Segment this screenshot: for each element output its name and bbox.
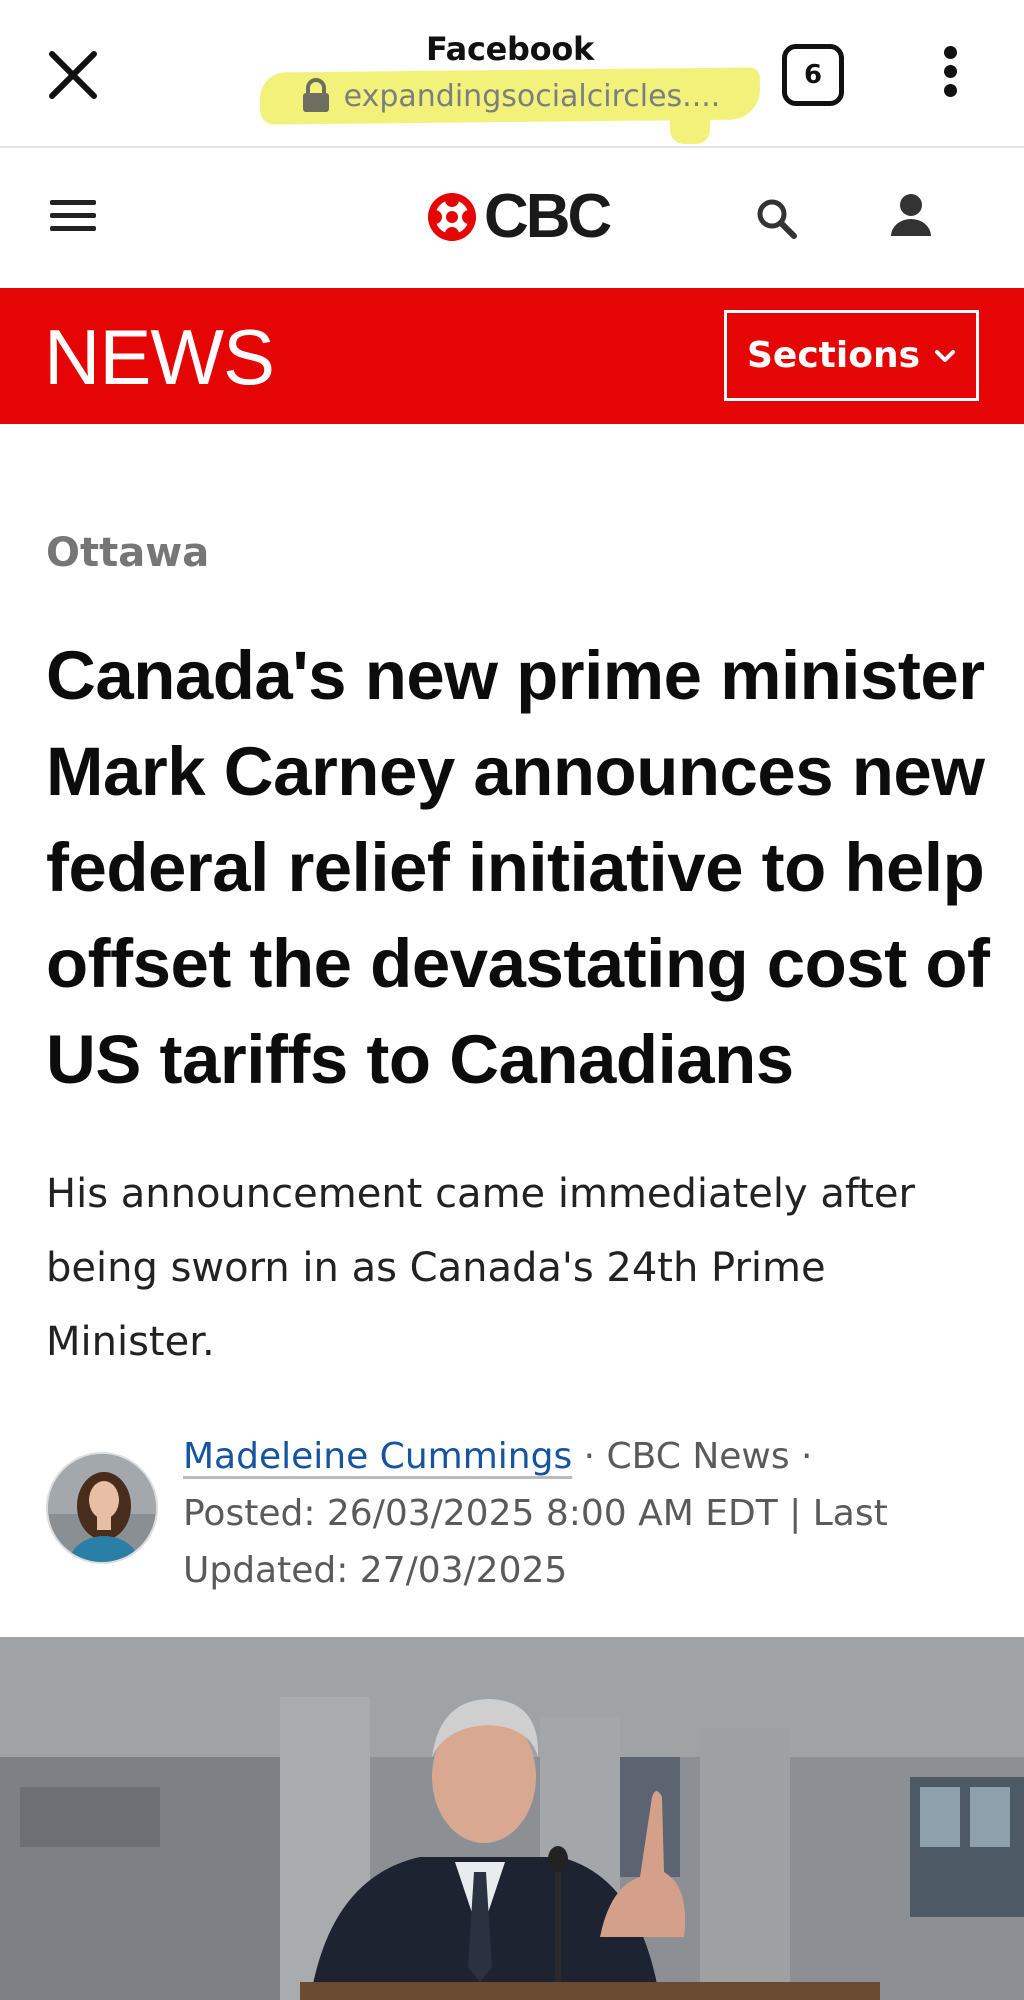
url-bar[interactable]: expandingsocialcircles.... bbox=[259, 67, 760, 144]
sections-label: Sections bbox=[746, 335, 921, 376]
in-app-browser-bar: Facebook expandingsocialcircles.... 6 bbox=[0, 0, 1024, 148]
byline-text: Madeleine Cummings · CBC News · Posted: … bbox=[183, 1428, 1003, 1599]
news-label[interactable]: NEWS bbox=[44, 318, 275, 396]
close-icon[interactable] bbox=[44, 46, 102, 104]
author-avatar[interactable] bbox=[46, 1452, 158, 1564]
account-icon[interactable] bbox=[886, 190, 936, 240]
more-vert-icon[interactable] bbox=[930, 46, 970, 106]
headline: Canada's new prime minister Mark Carney … bbox=[46, 637, 990, 1098]
cbc-wordmark: CBC bbox=[484, 182, 612, 251]
author-link[interactable]: Madeleine Cummings bbox=[183, 1436, 572, 1477]
publish-dates: Posted: 26/03/2025 8:00 AM EDT | Last Up… bbox=[183, 1493, 888, 1591]
browser-title-area: Facebook expandingsocialcircles.... bbox=[240, 30, 780, 144]
site-header: CBC bbox=[0, 150, 1024, 288]
url-text: expandingsocialcircles.... bbox=[343, 78, 721, 114]
cbc-gem-icon bbox=[426, 191, 478, 243]
byline-separator: · bbox=[789, 1436, 813, 1477]
lead-photo[interactable] bbox=[0, 1637, 1024, 2000]
sections-button[interactable]: Sections bbox=[724, 310, 979, 401]
chevron-down-icon bbox=[934, 349, 956, 363]
section-tag[interactable]: Ottawa bbox=[46, 530, 209, 576]
browser-title: Facebook bbox=[425, 30, 594, 68]
news-banner: NEWS Sections bbox=[0, 288, 1024, 424]
byline-outlet: CBC News bbox=[606, 1436, 790, 1477]
article-deck: His announcement came immediately after … bbox=[46, 1171, 915, 1365]
search-icon[interactable] bbox=[752, 194, 802, 244]
tab-count-button[interactable]: 6 bbox=[782, 44, 844, 106]
hamburger-icon[interactable] bbox=[50, 200, 96, 234]
byline-separator: · bbox=[572, 1436, 607, 1477]
lock-icon bbox=[300, 78, 332, 114]
cbc-logo[interactable]: CBC bbox=[426, 182, 612, 251]
